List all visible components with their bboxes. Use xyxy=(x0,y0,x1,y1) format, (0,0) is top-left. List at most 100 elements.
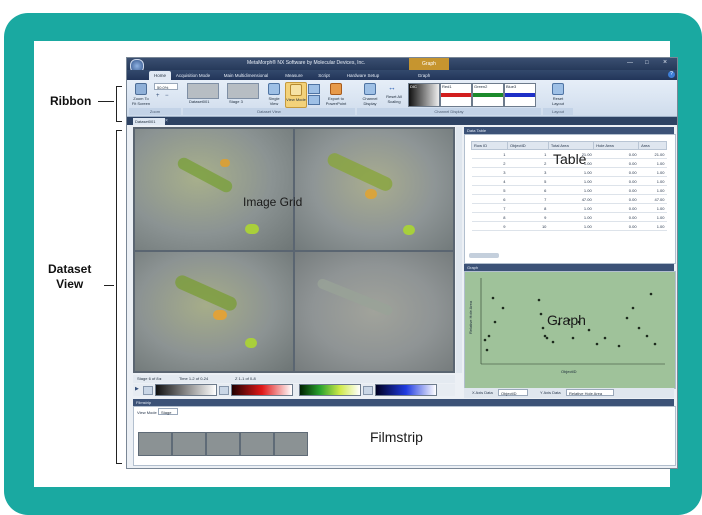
minimize-icon[interactable]: — xyxy=(627,60,633,66)
grid-scrollbar[interactable] xyxy=(456,127,462,373)
reset-layout-button[interactable]: Reset Layout xyxy=(547,83,569,106)
x-axis-data-label: X Axis Data xyxy=(472,390,493,395)
dataset-tab-close-icon[interactable]: × xyxy=(165,118,168,124)
play-icon[interactable]: ▶ xyxy=(135,386,139,392)
table-row[interactable]: 4 5 1.00 0.00 1.00 xyxy=(471,176,667,186)
group-label-dataset-view: Dataset View xyxy=(183,108,355,115)
reset-scaling-icon: ↔ xyxy=(388,83,396,92)
zoom-to-fit-button[interactable]: Zoom To Fit Screen xyxy=(131,83,151,106)
table-cell: 1.00 xyxy=(638,158,667,168)
filmstrip-thumbnail[interactable] xyxy=(138,432,172,456)
table-cell: 1.00 xyxy=(638,212,667,222)
data-table-panel: Row ID ObjectID Total Area Hole Area Are… xyxy=(464,134,676,264)
help-icon[interactable]: ? xyxy=(668,71,675,78)
close-icon[interactable]: × xyxy=(663,59,667,66)
table-cell: 47.00 xyxy=(548,194,594,204)
table-cell: 5 xyxy=(471,185,508,195)
zoom-level-field[interactable]: 50.0% xyxy=(154,83,178,90)
window-title: MetaMorph® NX Software by Molecular Devi… xyxy=(247,60,366,66)
ribbon-tabs: Home Acquisition Mode Main Multidimensio… xyxy=(127,70,677,80)
table-row[interactable]: 3 3 1.00 0.00 1.00 xyxy=(471,167,667,177)
filmstrip-thumbnail[interactable] xyxy=(274,432,308,456)
single-view-button[interactable]: Single View xyxy=(265,83,283,106)
graph-axis-controls: X Axis Data ObjectID Y Axis Data Relativ… xyxy=(464,388,674,398)
table-cell: 0.00 xyxy=(593,185,639,195)
ribbon-annotation-line xyxy=(98,101,114,102)
maximize-icon[interactable]: □ xyxy=(645,60,649,66)
zoom-in-icon[interactable]: + xyxy=(156,93,160,99)
green-scaling-bar[interactable] xyxy=(299,384,361,396)
blue-scaling-bar[interactable] xyxy=(375,384,437,396)
cell-structure xyxy=(325,150,395,194)
scatter-point xyxy=(637,326,641,330)
ribbon-body: Zoom To Fit Screen 50.0% + − Zoom Datase… xyxy=(127,80,677,117)
filmstrip-thumbnail[interactable] xyxy=(240,432,274,456)
graph-label: Graph xyxy=(547,312,586,328)
table-cell: 8 xyxy=(471,212,508,222)
export-powerpoint-button[interactable]: Export to PowerPoint xyxy=(321,83,351,106)
grid-cell-1[interactable] xyxy=(135,129,293,250)
table-row[interactable]: 6 7 47.00 0.00 47.00 xyxy=(471,194,667,204)
tab-main-multidimensional[interactable]: Main Multidimensional xyxy=(217,71,275,80)
tab-script[interactable]: Script xyxy=(313,71,335,80)
zoom-out-icon[interactable]: − xyxy=(165,93,169,99)
column-header[interactable]: ObjectID xyxy=(507,141,549,150)
column-header[interactable]: Area xyxy=(638,141,667,150)
tab-acquisition-mode[interactable]: Acquisition Mode xyxy=(173,71,213,80)
table-cell: 1.00 xyxy=(548,185,594,195)
dic-scaling-handle[interactable] xyxy=(219,386,229,395)
grid-cell-4[interactable] xyxy=(295,252,453,371)
dataset-view-annotation: Dataset View xyxy=(48,262,91,292)
table-row[interactable]: 7 8 1.00 0.00 1.00 xyxy=(471,203,667,213)
table-cell: 21.00 xyxy=(638,149,667,159)
x-axis-data-select[interactable]: ObjectID xyxy=(498,389,528,396)
scatter-point xyxy=(545,336,549,340)
y-axis-data-select[interactable]: Relative Hole Area xyxy=(566,389,614,396)
scatter-point xyxy=(587,328,591,332)
tab-graph[interactable]: Graph xyxy=(411,71,437,80)
dataset-view-annotation-line2: View xyxy=(56,277,84,291)
table-cell: 0.00 xyxy=(593,203,639,213)
scatter-point xyxy=(631,306,635,310)
table-scrollbar[interactable] xyxy=(469,253,499,258)
layout-icon[interactable] xyxy=(308,84,320,94)
scatter-point xyxy=(493,320,497,324)
dataset-thumbnail[interactable] xyxy=(187,83,219,99)
table-row[interactable]: 5 6 1.00 0.00 1.00 xyxy=(471,185,667,195)
table-cell: 0.00 xyxy=(593,149,639,159)
table-row[interactable]: 8 9 1.00 0.00 1.00 xyxy=(471,212,667,222)
filmstrip-thumbnail[interactable] xyxy=(172,432,206,456)
table-label: Table xyxy=(553,151,587,167)
layout-alt-icon[interactable] xyxy=(308,95,320,105)
table-cell: 9 xyxy=(507,212,549,222)
scatter-point xyxy=(649,292,653,296)
channel-display-button[interactable]: Channel Display xyxy=(360,83,380,106)
column-header[interactable]: Total Area xyxy=(547,141,595,150)
view-mode-button[interactable]: View Mode xyxy=(285,82,307,108)
column-header[interactable]: Row ID xyxy=(470,141,509,150)
table-row[interactable]: 9 10 1.00 0.00 1.00 xyxy=(471,221,667,231)
dataset-tab[interactable]: Dataset001 xyxy=(133,118,165,125)
table-cell: 1.00 xyxy=(638,167,667,177)
stage-thumbnail[interactable] xyxy=(227,83,259,99)
column-header[interactable]: Hole Area xyxy=(593,141,640,150)
table-cell: 1.00 xyxy=(548,176,594,186)
filmstrip-label: Filmstrip xyxy=(370,429,423,445)
tab-home[interactable]: Home xyxy=(149,71,171,80)
view-mode-select[interactable]: Stage xyxy=(158,408,178,415)
filmstrip-thumbnail[interactable] xyxy=(206,432,240,456)
ribbon-annotation: Ribbon xyxy=(50,94,92,108)
reset-all-scaling-button[interactable]: ↔ Reset All Scaling xyxy=(383,83,405,105)
red-scaling-bar[interactable] xyxy=(231,384,293,396)
grid-cell-2[interactable] xyxy=(295,129,453,250)
green-scaling-handle[interactable] xyxy=(363,386,373,395)
scatter-point xyxy=(539,312,543,316)
table-cell: 4 xyxy=(471,176,508,186)
dic-scaling-bar[interactable] xyxy=(155,384,217,396)
grid-cell-3[interactable] xyxy=(135,252,293,371)
y-axis-data-label: Y Axis Data xyxy=(540,390,561,395)
tab-measure[interactable]: Measure xyxy=(281,71,307,80)
tab-hardware-setup[interactable]: Hardware Setup xyxy=(341,71,385,80)
skip-icon[interactable] xyxy=(143,386,153,395)
table-cell: 3 xyxy=(507,167,549,177)
